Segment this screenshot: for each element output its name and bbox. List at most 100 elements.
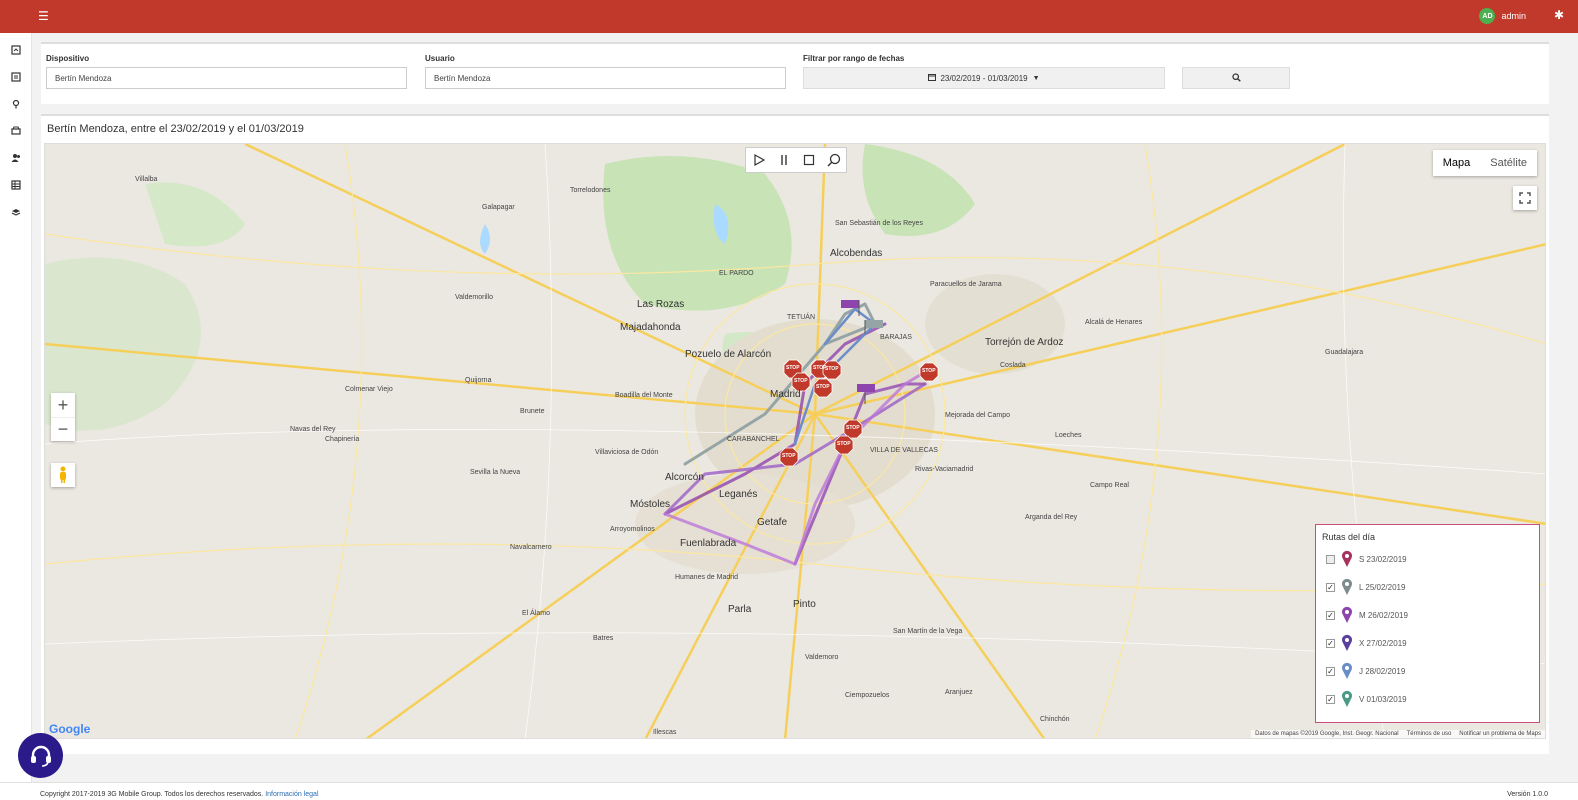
stop-marker[interactable]: STOP <box>786 365 800 371</box>
place-label: BARAJAS <box>880 334 912 341</box>
place-label: Navas del Rey <box>290 426 336 433</box>
footer-copyright: Copyright 2017-2019 3G Mobile Group. Tod… <box>40 791 319 798</box>
place-label: Getafe <box>757 517 788 528</box>
vehicle-icon[interactable] <box>10 126 22 138</box>
device-select[interactable]: Bertín Mendoza <box>46 67 407 89</box>
zoom-out-button[interactable]: − <box>51 417 75 441</box>
stop-marker[interactable]: STOP <box>816 384 830 390</box>
date-range-picker[interactable]: 23/02/2019 - 01/03/2019 ▼ <box>803 67 1165 89</box>
sidebar <box>0 33 32 800</box>
place-label: Leganés <box>719 489 758 500</box>
pause-icon[interactable] <box>771 148 796 172</box>
map-type-satellite[interactable]: Satélite <box>1480 150 1537 176</box>
route-checkbox[interactable]: ✓ <box>1326 582 1335 592</box>
place-label: Torrejón de Ardoz <box>985 337 1064 348</box>
user-label: Usuario <box>425 54 455 63</box>
map[interactable]: Madrid Alcobendas San Sebastián de los R… <box>44 143 1546 739</box>
place-label: Alcalá de Henares <box>1085 319 1143 326</box>
playback-controls <box>745 147 847 173</box>
table-icon[interactable] <box>10 180 22 192</box>
place-label: Pinto <box>793 599 816 610</box>
search-icon <box>1231 69 1241 87</box>
stop-marker[interactable]: STOP <box>782 453 796 459</box>
zoom-in-button[interactable]: + <box>51 393 75 417</box>
place-label: TETUÁN <box>787 314 815 321</box>
report-icon[interactable] <box>10 72 22 84</box>
place-label: Brunete <box>520 408 545 415</box>
place-label: Paracuellos de Jarama <box>930 281 1002 288</box>
stop-marker[interactable]: STOP <box>825 366 839 372</box>
place-label: Valdemorillo <box>455 294 493 301</box>
stop-marker[interactable]: STOP <box>922 368 936 374</box>
zoom-control: + − <box>51 393 75 441</box>
attribution-text: Datos de mapas ©2019 Google, Inst. Geogr… <box>1255 731 1399 737</box>
users-icon[interactable] <box>10 153 22 165</box>
place-label: Villalba <box>135 176 158 183</box>
filters-panel: Dispositivo Bertín Mendoza Usuario Bertí… <box>41 42 1549 104</box>
place-label: CARABANCHEL <box>727 436 780 443</box>
place-label: Colmenar Viejo <box>345 386 393 393</box>
footer: Copyright 2017-2019 3G Mobile Group. Tod… <box>0 782 1578 800</box>
user-menu[interactable]: AD admin <box>1479 8 1526 24</box>
place-label: Parla <box>728 604 752 615</box>
date-range-value: 23/02/2019 - 01/03/2019 <box>940 73 1028 83</box>
map-pin-icon <box>1342 606 1352 623</box>
report-link[interactable]: Notificar un problema de Maps <box>1459 731 1541 737</box>
map-type-map[interactable]: Mapa <box>1433 150 1481 176</box>
pegman-icon[interactable] <box>51 463 75 487</box>
place-label: Majadahonda <box>620 322 681 333</box>
legal-link[interactable]: Información legal <box>265 791 318 798</box>
place-label: Sevilla la Nueva <box>470 469 521 476</box>
place-label: Alcorcón <box>665 472 704 483</box>
place-label: Villaviciosa de Odón <box>595 449 659 456</box>
map-attribution: Datos de mapas ©2019 Google, Inst. Geogr… <box>1251 730 1545 738</box>
place-label: Ciempozuelos <box>845 692 890 699</box>
place-label: El Álamo <box>522 610 551 617</box>
place-label: Guadalajara <box>1325 349 1364 356</box>
search-button[interactable] <box>1182 67 1290 89</box>
calendar-icon <box>928 73 937 83</box>
routes-panel: Bertín Mendoza, entre el 23/02/2019 y el… <box>41 114 1549 754</box>
hamburger-icon[interactable]: ☰ <box>38 10 49 22</box>
place-label: Loeches <box>1055 432 1082 439</box>
avatar: AD <box>1479 8 1496 24</box>
routes-legend: Rutas del día S 23/02/2019 ✓ L 25/02/201… <box>1315 524 1540 723</box>
place-label: Humanes de Madrid <box>675 574 739 581</box>
route-checkbox[interactable]: ✓ <box>1326 666 1335 676</box>
stop-icon[interactable] <box>796 148 821 172</box>
stop-marker[interactable]: STOP <box>837 441 851 447</box>
map-pin-icon <box>1342 550 1352 567</box>
place-label: San Sebastián de los Reyes <box>835 220 923 227</box>
fullscreen-icon[interactable] <box>1513 186 1537 210</box>
search-icon[interactable] <box>821 148 846 172</box>
layers-icon[interactable] <box>10 207 22 219</box>
play-icon[interactable] <box>746 148 771 172</box>
stop-marker[interactable]: STOP <box>794 378 808 384</box>
route-checkbox[interactable] <box>1326 554 1335 564</box>
wrench-icon[interactable]: ✱ <box>1554 9 1564 21</box>
legend-route-row: S 23/02/2019 <box>1326 549 1407 569</box>
place-label: EL PARDO <box>719 270 754 277</box>
dashboard-icon[interactable] <box>10 45 22 57</box>
version-text: Versión 1.0.0 <box>1507 791 1548 798</box>
user-select[interactable]: Bertín Mendoza <box>425 67 786 89</box>
place-label: Valdemoro <box>805 654 839 661</box>
place-label: Mejorada del Campo <box>945 412 1010 419</box>
stop-marker[interactable]: STOP <box>846 425 860 431</box>
place-label: Torrelodones <box>570 187 611 194</box>
google-logo: Google <box>49 722 91 736</box>
route-checkbox[interactable]: ✓ <box>1326 610 1335 620</box>
terms-link[interactable]: Términos de uso <box>1407 731 1452 737</box>
headset-icon[interactable] <box>18 733 63 778</box>
place-label: Coslada <box>1000 362 1026 369</box>
legend-route-label: L 25/02/2019 <box>1359 582 1406 592</box>
map-pin-icon[interactable] <box>10 99 22 111</box>
place-label: Arroyomolinos <box>610 526 655 533</box>
place-label: Illescas <box>653 729 677 736</box>
username[interactable]: admin <box>1501 11 1526 21</box>
route-checkbox[interactable]: ✓ <box>1326 694 1335 704</box>
route-checkbox[interactable]: ✓ <box>1326 638 1335 648</box>
place-label: Galapagar <box>482 204 515 211</box>
legend-route-label: S 23/02/2019 <box>1359 554 1407 564</box>
map-pin-icon <box>1342 578 1352 595</box>
